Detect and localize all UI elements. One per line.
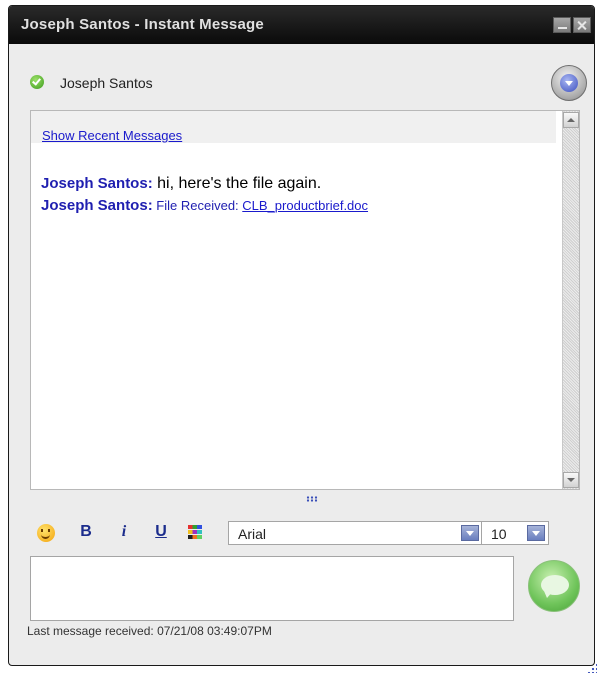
- options-menu-button[interactable]: [551, 65, 587, 101]
- font-family-select[interactable]: Arial: [228, 521, 483, 545]
- minimize-icon[interactable]: [553, 17, 571, 33]
- splitter-grip-icon[interactable]: [306, 496, 318, 502]
- chevron-down-icon: [560, 74, 578, 92]
- scroll-down-icon[interactable]: [563, 472, 579, 488]
- message-history[interactable]: Show Recent Messages Joseph Santos: hi, …: [30, 110, 580, 490]
- close-icon[interactable]: [573, 17, 591, 33]
- font-family-value: Arial: [238, 526, 267, 542]
- scroll-up-icon[interactable]: [563, 112, 579, 128]
- message-text: hi, here's the file again.: [152, 175, 322, 192]
- smiley-icon[interactable]: [37, 524, 55, 542]
- italic-button[interactable]: i: [114, 521, 134, 543]
- message-line: Joseph Santos: File Received: CLB_produc…: [41, 197, 368, 214]
- speech-bubble-icon: [541, 575, 569, 598]
- file-link[interactable]: CLB_productbrief.doc: [242, 198, 368, 213]
- message-sender: Joseph Santos:: [41, 175, 153, 192]
- message-input[interactable]: [30, 556, 514, 621]
- title-bar[interactable]: Joseph Santos - Instant Message: [9, 6, 594, 44]
- font-size-value: 10: [491, 526, 507, 542]
- recent-messages-bar: Show Recent Messages: [31, 111, 556, 143]
- send-button[interactable]: [528, 560, 580, 612]
- chevron-down-icon[interactable]: [461, 525, 479, 541]
- font-size-select[interactable]: 10: [481, 521, 549, 545]
- color-palette-icon[interactable]: [188, 525, 202, 539]
- chevron-down-icon[interactable]: [527, 525, 545, 541]
- file-received-label: File Received:: [152, 198, 243, 213]
- window-title: Joseph Santos - Instant Message: [21, 16, 264, 33]
- format-toolbar: B i U Arial 10: [0, 516, 600, 548]
- message-sender: Joseph Santos:: [41, 197, 153, 214]
- last-message-status: Last message received: 07/21/08 03:49:07…: [27, 624, 272, 638]
- bold-button[interactable]: B: [76, 521, 96, 543]
- online-check-icon: [30, 75, 44, 89]
- message-line: Joseph Santos: hi, here's the file again…: [41, 175, 321, 193]
- vertical-scrollbar[interactable]: [562, 111, 579, 489]
- underline-button[interactable]: U: [151, 521, 171, 543]
- show-recent-messages-link[interactable]: Show Recent Messages: [42, 128, 182, 143]
- contact-name: Joseph Santos: [60, 75, 153, 91]
